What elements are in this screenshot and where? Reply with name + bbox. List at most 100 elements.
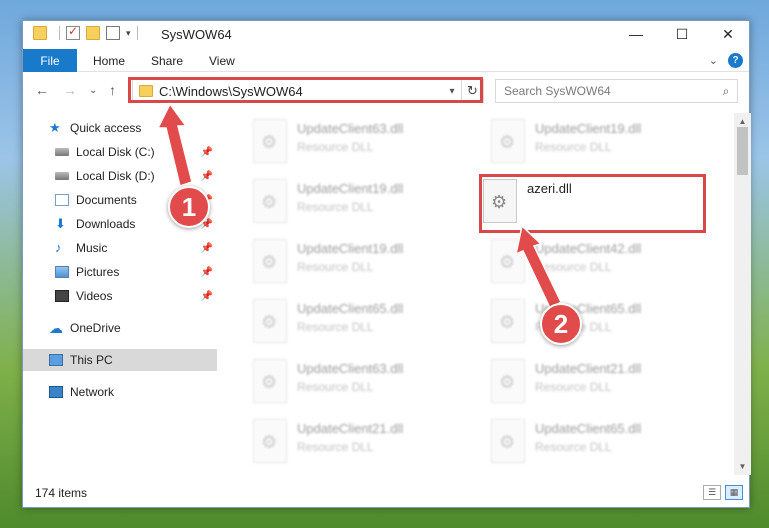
file-item[interactable]: UpdateClient21.dll Resource DLL: [253, 419, 483, 467]
maximize-button[interactable]: ☐: [659, 21, 705, 47]
tab-file[interactable]: File: [23, 49, 77, 72]
recent-locations-button[interactable]: ⌄: [89, 85, 97, 96]
file-item[interactable]: UpdateClient42.dll Resource DLL: [491, 239, 721, 287]
file-type: Resource DLL: [297, 320, 374, 334]
tab-home[interactable]: Home: [93, 54, 125, 68]
window-title: SysWOW64: [161, 27, 232, 42]
file-name: UpdateClient65.dll: [535, 421, 642, 436]
sidebar-item-label: Pictures: [76, 265, 120, 279]
refresh-button[interactable]: ↻: [461, 80, 483, 102]
tab-share[interactable]: Share: [151, 54, 183, 68]
disk-icon: [55, 148, 69, 156]
file-type: Resource DLL: [297, 200, 374, 214]
pin-icon[interactable]: 📌: [201, 291, 213, 302]
sidebar-item-music[interactable]: ♪ Music 📌: [23, 237, 217, 259]
dll-file-icon: [253, 179, 287, 223]
documents-icon: [55, 194, 69, 206]
forward-button[interactable]: →: [63, 82, 77, 98]
file-item[interactable]: UpdateClient63.dll Resource DLL: [253, 119, 483, 167]
minimize-button[interactable]: —: [613, 21, 659, 47]
scroll-down-icon[interactable]: ▼: [734, 458, 751, 475]
sidebar-item-label: Network: [70, 385, 115, 399]
ribbon-collapse-icon[interactable]: ⌄: [709, 54, 718, 67]
dll-file-icon: [491, 419, 525, 463]
file-item-azeri-dll[interactable]: azeri.dll: [483, 179, 713, 227]
pin-icon[interactable]: 📌: [201, 243, 213, 254]
file-item[interactable]: UpdateClient65.dllResource DLL: [491, 419, 721, 467]
file-item[interactable]: UpdateClient19.dll Resource DLL: [253, 239, 483, 287]
dll-file-icon: [253, 359, 287, 403]
file-item[interactable]: UpdateClient63.dll Resource DLL: [253, 359, 483, 407]
dll-file-icon: [491, 359, 525, 403]
file-name: UpdateClient63.dll: [297, 121, 404, 136]
file-name: UpdateClient19.dll: [297, 181, 404, 196]
sidebar-item-quick-access[interactable]: ★ Quick access: [23, 117, 217, 139]
disk-icon: [55, 172, 69, 180]
folder-icon: [33, 26, 47, 40]
sidebar-item-label: OneDrive: [70, 321, 121, 335]
sidebar-item-label: Quick access: [70, 121, 142, 135]
sidebar-item-label: Documents: [76, 193, 137, 207]
customize-toolbar-icon[interactable]: [106, 26, 120, 40]
scroll-thumb[interactable]: [737, 127, 748, 175]
file-list: UpdateClient63.dll Resource DLL UpdateCli…: [219, 113, 733, 475]
search-input[interactable]: [504, 84, 715, 98]
sidebar-item-local-disk-c[interactable]: Local Disk (C:) 📌: [23, 141, 217, 163]
new-folder-icon[interactable]: [86, 26, 100, 40]
address-dropdown-icon[interactable]: ▾: [443, 86, 461, 97]
dll-file-icon: [253, 419, 287, 463]
item-count: 174 items: [35, 486, 88, 500]
sidebar-item-label: Downloads: [76, 217, 136, 231]
search-icon[interactable]: ⌕: [715, 84, 737, 99]
sidebar-item-onedrive[interactable]: ☁ OneDrive: [23, 317, 217, 339]
pin-icon[interactable]: 📌: [201, 267, 213, 278]
navigation-bar: ← → ⌄ ↑ C:\Windows\SysWOW64 ▾ ↻ ⌕: [23, 75, 749, 107]
file-name: UpdateClient65.dll: [297, 301, 404, 316]
details-view-icon[interactable]: ☰: [703, 485, 721, 500]
dll-file-icon: [483, 179, 517, 223]
star-icon: ★: [49, 120, 61, 135]
help-icon[interactable]: ?: [728, 53, 743, 68]
sidebar-item-this-pc[interactable]: This PC: [23, 349, 217, 371]
search-box[interactable]: ⌕: [495, 79, 738, 103]
sidebar-item-network[interactable]: Network: [23, 381, 217, 403]
vertical-scrollbar[interactable]: ▲ ▼: [734, 113, 751, 475]
address-path[interactable]: C:\Windows\SysWOW64: [159, 84, 443, 99]
file-type: Resource DLL: [535, 140, 612, 154]
sidebar-item-videos[interactable]: Videos 📌: [23, 285, 217, 307]
up-button[interactable]: ↑: [109, 82, 116, 98]
file-item[interactable]: UpdateClient65.dllResource DLL: [491, 299, 721, 347]
file-type: Resource DLL: [297, 140, 374, 154]
properties-check-icon[interactable]: [66, 24, 80, 40]
folder-icon: [139, 85, 153, 97]
dll-file-icon: [253, 239, 287, 283]
pin-icon[interactable]: 📌: [201, 171, 213, 182]
divider: [59, 26, 60, 40]
file-name: UpdateClient19.dll: [535, 121, 642, 136]
file-item[interactable]: UpdateClient19.dll Resource DLL: [253, 179, 483, 227]
sidebar-item-pictures[interactable]: Pictures 📌: [23, 261, 217, 283]
tab-view[interactable]: View: [209, 54, 235, 68]
pin-icon[interactable]: 📌: [201, 147, 213, 158]
sidebar-item-label: Local Disk (D:): [76, 169, 155, 183]
close-button[interactable]: ✕: [705, 21, 751, 47]
network-icon: [49, 386, 63, 398]
pictures-icon: [55, 266, 69, 278]
sidebar-item-local-disk-d[interactable]: Local Disk (D:) 📌: [23, 165, 217, 187]
dll-file-icon: [253, 299, 287, 343]
file-type: Resource DLL: [297, 380, 374, 394]
status-bar: 174 items ☰ ▦: [23, 481, 749, 505]
file-item[interactable]: UpdateClient21.dll Resource DLL: [491, 359, 721, 407]
videos-icon: [55, 290, 69, 302]
address-bar[interactable]: C:\Windows\SysWOW64 ▾ ↻: [132, 79, 484, 103]
file-type: Resource DLL: [535, 380, 612, 394]
back-button[interactable]: ←: [35, 82, 49, 98]
tiles-view-icon[interactable]: ▦: [725, 485, 743, 500]
file-item[interactable]: UpdateClient19.dll Resource DLL: [491, 119, 721, 167]
toolbar-dropdown-icon[interactable]: ▾: [126, 28, 131, 39]
computer-icon: [49, 354, 63, 366]
dll-file-icon: [491, 299, 525, 343]
music-icon: ♪: [55, 240, 62, 255]
file-item[interactable]: UpdateClient65.dll Resource DLL: [253, 299, 483, 347]
dll-file-icon: [491, 239, 525, 283]
